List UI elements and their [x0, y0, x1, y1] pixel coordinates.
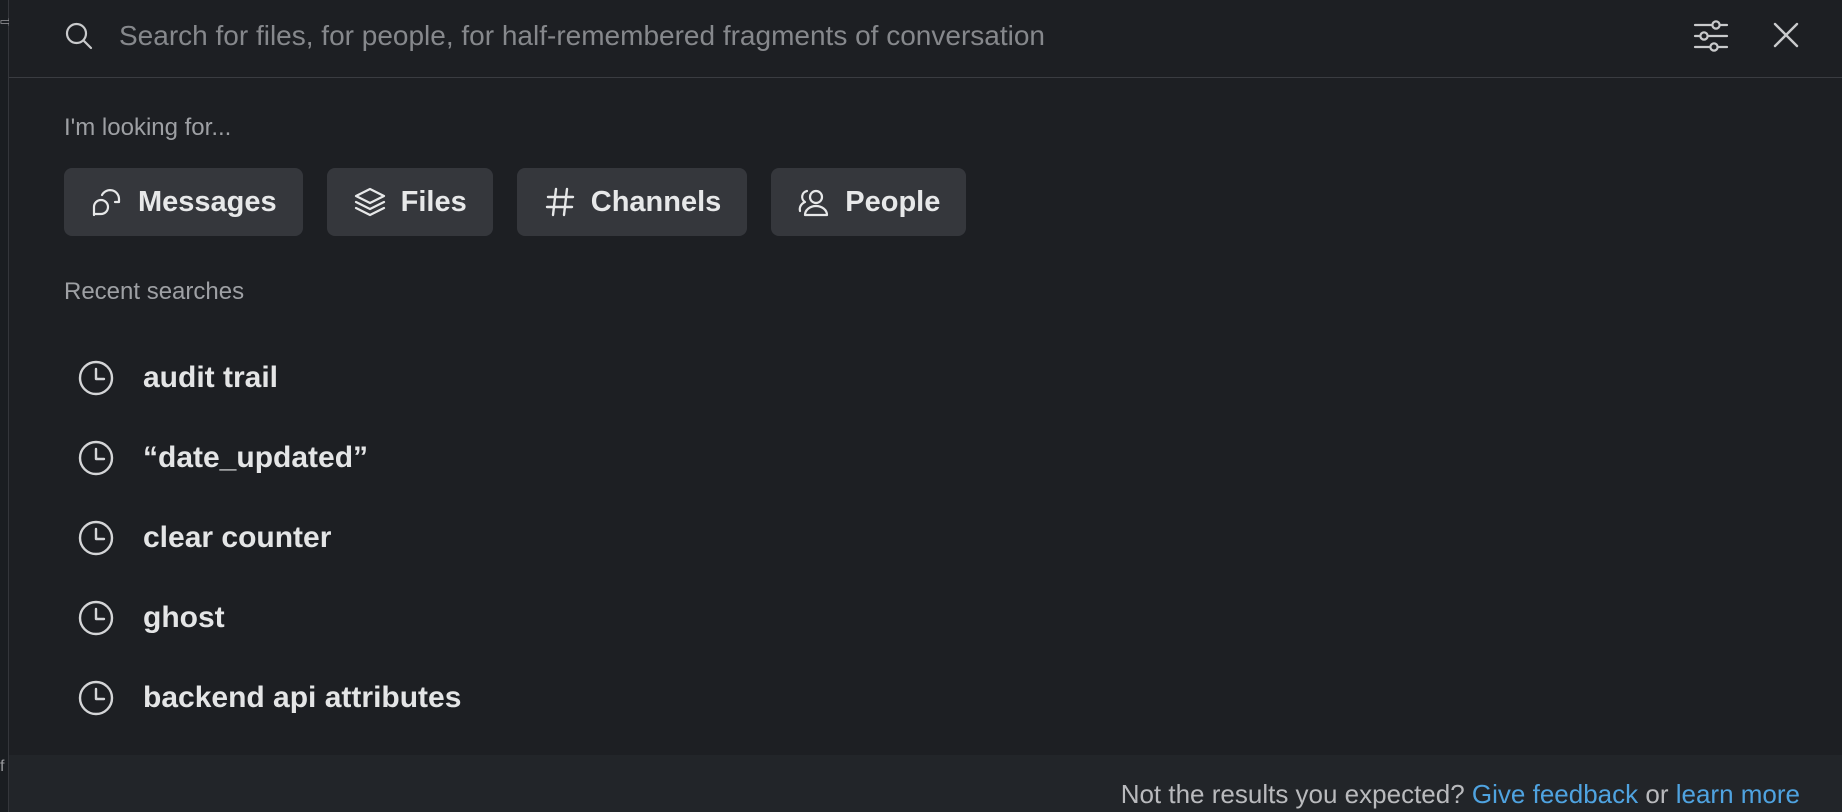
channels-chip[interactable]: Channels — [516, 168, 748, 236]
footer-prefix: Not the results you expected? — [1120, 779, 1465, 809]
messages-chip[interactable]: Messages — [64, 168, 303, 236]
clock-icon — [78, 600, 114, 636]
clock-icon — [78, 360, 114, 396]
recent-search-text: backend api attributes — [143, 681, 462, 714]
footer-text: Not the results you expected? Give feedb… — [1121, 779, 1800, 810]
channels-chip-label: Channels — [590, 185, 722, 218]
people-chip[interactable]: People — [771, 168, 967, 236]
search-bar — [9, 0, 1842, 78]
gutter-letter-mark: f — [0, 758, 5, 775]
recent-search-item[interactable]: ghost — [64, 578, 1264, 658]
messages-chip-label: Messages — [138, 185, 277, 218]
clock-icon — [78, 440, 114, 476]
left-gutter: ⇨ f — [0, 0, 13, 812]
clock-icon — [78, 520, 114, 556]
files-chip[interactable]: Files — [326, 168, 493, 236]
looking-for-label: I'm looking for... — [64, 114, 232, 141]
recent-search-text: ghost — [143, 601, 225, 634]
layers-icon — [354, 187, 385, 217]
recent-search-item[interactable]: audit trail — [64, 338, 1264, 418]
recent-search-text: clear counter — [143, 521, 332, 554]
people-icon — [798, 189, 829, 217]
give-feedback-link[interactable]: Give feedback — [1472, 779, 1638, 809]
files-chip-label: Files — [400, 185, 467, 218]
recent-search-item[interactable]: clear counter — [64, 498, 1264, 578]
filter-chips: Messages Files Channels People — [64, 168, 967, 236]
search-icon — [65, 22, 93, 50]
recent-searches-list: audit trail “date_updated” clear counter… — [64, 338, 1264, 738]
recent-search-text: audit trail — [143, 361, 279, 394]
message-bubbles-icon — [92, 189, 121, 217]
clock-icon — [78, 680, 114, 716]
close-icon[interactable] — [1769, 18, 1803, 52]
recent-search-item[interactable]: backend api attributes — [64, 658, 1264, 738]
recent-search-text: “date_updated” — [143, 441, 369, 474]
footer-or: or — [1645, 779, 1669, 809]
recent-searches-label: Recent searches — [64, 278, 245, 305]
recent-search-item[interactable]: “date_updated” — [64, 418, 1264, 498]
sliders-icon[interactable] — [1692, 17, 1730, 55]
people-chip-label: People — [845, 185, 941, 218]
hash-icon — [545, 187, 574, 217]
search-footer: Not the results you expected? Give feedb… — [9, 755, 1842, 812]
learn-more-link[interactable]: learn more — [1676, 779, 1800, 809]
search-input[interactable] — [119, 12, 1649, 60]
search-panel: I'm looking for... Messages Files — [9, 0, 1842, 812]
